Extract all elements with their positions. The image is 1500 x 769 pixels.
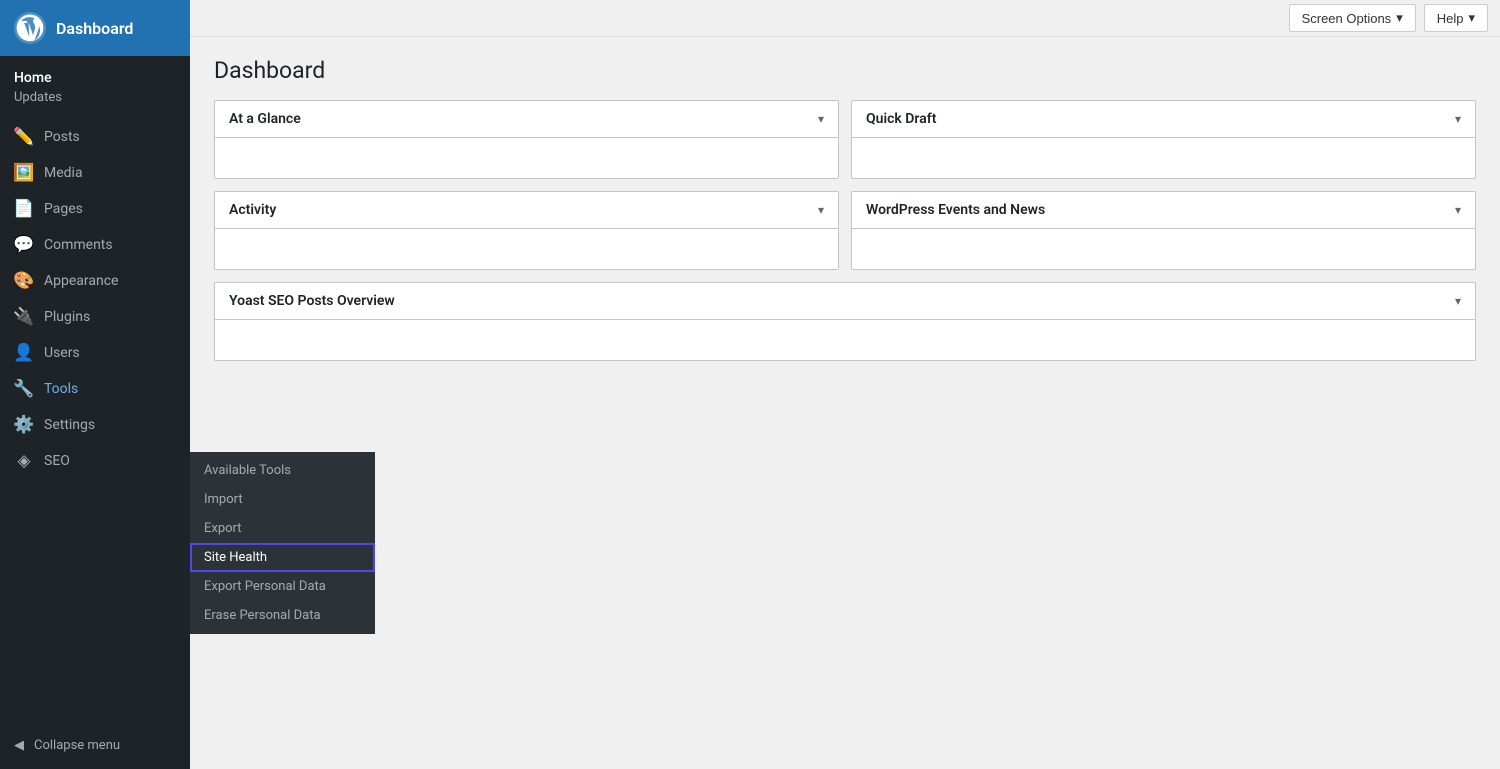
submenu-item-site-health[interactable]: Site Health — [190, 543, 375, 572]
sidebar-item-tools[interactable]: 🔧 Tools — [0, 371, 190, 407]
comments-icon: 💬 — [14, 235, 34, 255]
sidebar-item-settings-label: Settings — [44, 417, 95, 433]
screen-options-chevron-icon: ▾ — [1396, 10, 1403, 26]
sidebar-nav: ✏️ Posts 🖼️ Media 📄 Pages 💬 Comments 🎨 A… — [0, 119, 190, 479]
yoast-body — [215, 320, 1475, 360]
sidebar-item-seo[interactable]: ◈ SEO — [0, 443, 190, 479]
submenu-item-import[interactable]: Import — [190, 485, 375, 514]
sidebar-item-pages-label: Pages — [44, 201, 83, 217]
sidebar-item-users-label: Users — [44, 345, 80, 361]
activity-title: Activity — [229, 202, 276, 218]
sidebar-item-appearance[interactable]: 🎨 Appearance — [0, 263, 190, 299]
at-a-glance-title: At a Glance — [229, 111, 301, 127]
sidebar-item-plugins[interactable]: 🔌 Plugins — [0, 299, 190, 335]
top-widgets-grid: At a Glance ▾ Quick Draft ▾ — [214, 100, 1476, 179]
topbar: Screen Options ▾ Help ▾ — [190, 0, 1500, 37]
at-a-glance-chevron-icon: ▾ — [818, 112, 824, 126]
submenu-item-erase-personal-data[interactable]: Erase Personal Data — [190, 601, 375, 630]
sidebar-header[interactable]: Dashboard — [0, 0, 190, 56]
sidebar-item-posts-label: Posts — [44, 129, 80, 145]
sidebar-item-settings[interactable]: ⚙️ Settings — [0, 407, 190, 443]
submenu-item-export[interactable]: Export — [190, 514, 375, 543]
sidebar-home-label[interactable]: Home — [14, 68, 176, 88]
posts-icon: ✏️ — [14, 127, 34, 147]
tools-icon: 🔧 — [14, 379, 34, 399]
page-title: Dashboard — [214, 57, 1476, 84]
content-area: Dashboard At a Glance ▾ Quick Draft ▾ — [190, 37, 1500, 769]
sidebar-item-comments[interactable]: 💬 Comments — [0, 227, 190, 263]
yoast-title: Yoast SEO Posts Overview — [229, 293, 395, 309]
collapse-menu-button[interactable]: ◀ Collapse menu — [0, 730, 190, 761]
yoast-header[interactable]: Yoast SEO Posts Overview ▾ — [215, 283, 1475, 320]
wp-events-chevron-icon: ▾ — [1455, 203, 1461, 217]
screen-options-button[interactable]: Screen Options ▾ — [1289, 4, 1416, 32]
yoast-chevron-icon: ▾ — [1455, 294, 1461, 308]
sidebar-item-appearance-label: Appearance — [44, 273, 118, 289]
middle-widgets-grid: Activity ▾ WordPress Events and News ▾ — [214, 191, 1476, 270]
quick-draft-panel: Quick Draft ▾ — [851, 100, 1476, 179]
at-a-glance-header[interactable]: At a Glance ▾ — [215, 101, 838, 138]
quick-draft-body — [852, 138, 1475, 178]
activity-chevron-icon: ▾ — [818, 203, 824, 217]
appearance-icon: 🎨 — [14, 271, 34, 291]
wp-events-header[interactable]: WordPress Events and News ▾ — [852, 192, 1475, 229]
media-icon: 🖼️ — [14, 163, 34, 183]
activity-header[interactable]: Activity ▾ — [215, 192, 838, 229]
sidebar-item-comments-label: Comments — [44, 237, 113, 253]
sidebar-item-seo-label: SEO — [44, 453, 70, 469]
main-content: Screen Options ▾ Help ▾ Dashboard At a G… — [190, 0, 1500, 769]
sidebar-item-plugins-label: Plugins — [44, 309, 90, 325]
submenu-item-available-tools[interactable]: Available Tools — [190, 456, 375, 485]
dashboard-label: Dashboard — [56, 19, 133, 38]
sidebar-item-posts[interactable]: ✏️ Posts — [0, 119, 190, 155]
sidebar: Dashboard Home Updates ✏️ Posts 🖼️ Media… — [0, 0, 190, 769]
wp-events-title: WordPress Events and News — [866, 202, 1045, 218]
quick-draft-header[interactable]: Quick Draft ▾ — [852, 101, 1475, 138]
wordpress-logo-icon — [14, 12, 46, 44]
help-label: Help — [1437, 11, 1464, 26]
collapse-menu-label: Collapse menu — [34, 738, 120, 753]
pages-icon: 📄 — [14, 199, 34, 219]
activity-body — [215, 229, 838, 269]
wp-events-panel: WordPress Events and News ▾ — [851, 191, 1476, 270]
sidebar-item-media-label: Media — [44, 165, 83, 181]
tools-submenu: Available Tools Import Export Site Healt… — [190, 452, 375, 634]
sidebar-item-users[interactable]: 👤 Users — [0, 335, 190, 371]
users-icon: 👤 — [14, 343, 34, 363]
sidebar-updates-label[interactable]: Updates — [14, 88, 176, 107]
at-a-glance-panel: At a Glance ▾ — [214, 100, 839, 179]
sidebar-item-media[interactable]: 🖼️ Media — [0, 155, 190, 191]
yoast-panel: Yoast SEO Posts Overview ▾ — [214, 282, 1476, 361]
sidebar-item-tools-label: Tools — [44, 381, 78, 397]
screen-options-label: Screen Options — [1302, 11, 1392, 26]
sidebar-item-pages[interactable]: 📄 Pages — [0, 191, 190, 227]
submenu-item-export-personal-data[interactable]: Export Personal Data — [190, 572, 375, 601]
sidebar-home-section: Home Updates — [0, 64, 190, 111]
at-a-glance-body — [215, 138, 838, 178]
help-chevron-icon: ▾ — [1468, 10, 1475, 26]
settings-icon: ⚙️ — [14, 415, 34, 435]
help-button[interactable]: Help ▾ — [1424, 4, 1488, 32]
sidebar-group-home: Home Updates — [0, 56, 190, 115]
seo-icon: ◈ — [14, 451, 34, 471]
quick-draft-chevron-icon: ▾ — [1455, 112, 1461, 126]
activity-panel: Activity ▾ — [214, 191, 839, 270]
quick-draft-title: Quick Draft — [866, 111, 936, 127]
wp-events-body — [852, 229, 1475, 269]
collapse-arrow-icon: ◀ — [14, 738, 24, 753]
plugins-icon: 🔌 — [14, 307, 34, 327]
